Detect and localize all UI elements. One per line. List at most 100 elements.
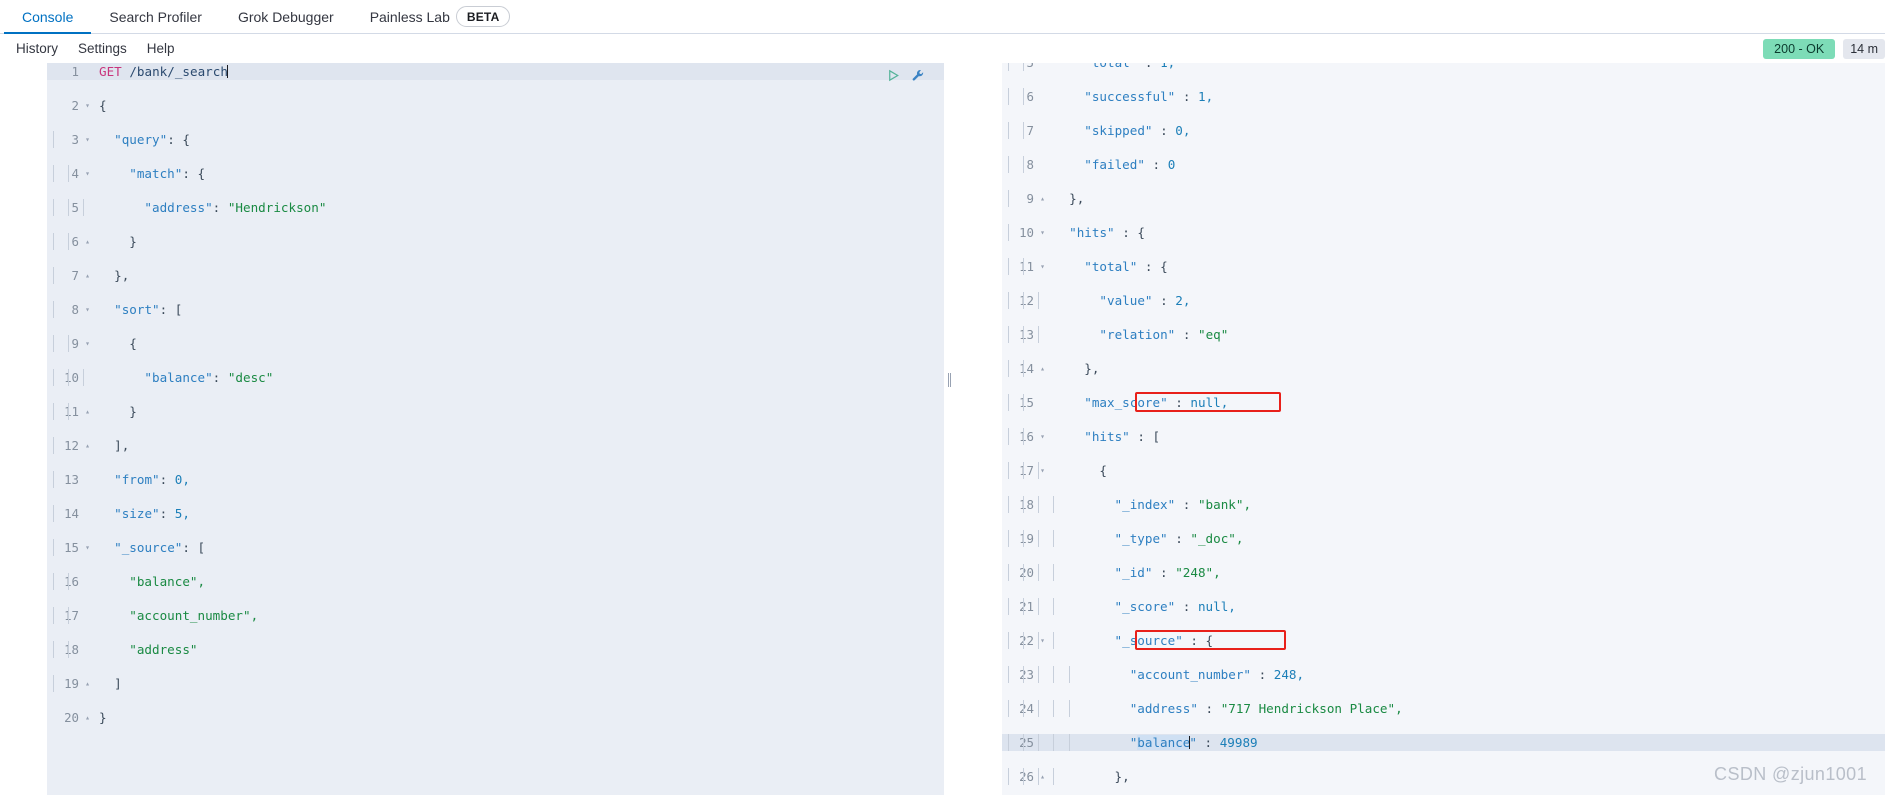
code-line[interactable]: 20 "_id" : "248", — [1002, 564, 1885, 581]
code-line[interactable]: 9 ▴}, — [1002, 190, 1885, 207]
code-line[interactable]: 16 "balance", — [47, 573, 944, 590]
fold-open-icon[interactable]: ▾ — [83, 97, 92, 114]
code-line[interactable]: 8 "failed" : 0 — [1002, 156, 1885, 173]
fold-close-icon[interactable]: ▴ — [1038, 190, 1047, 207]
indent-guide — [1068, 666, 1070, 683]
menu-item-help[interactable]: Help — [137, 41, 185, 56]
code-token: : — [1167, 395, 1191, 410]
fold-open-icon[interactable]: ▾ — [1038, 258, 1047, 275]
code-line[interactable]: 6 ▴} — [47, 233, 944, 250]
code-line[interactable]: 19 ▴] — [47, 675, 944, 692]
code-line[interactable]: 5 "total" : 1, — [1002, 63, 1885, 71]
indent-guide — [1068, 734, 1070, 751]
code-line[interactable]: 15 ▾ "_source": [ — [47, 539, 944, 556]
code-line[interactable]: 8 ▾ "sort": [ — [47, 301, 944, 318]
code-line[interactable]: 22 ▾ "_source" : { — [1002, 632, 1885, 649]
code-line[interactable]: 21 "_score" : null, — [1002, 598, 1885, 615]
code-line[interactable]: 13 "from": 0, — [47, 471, 944, 488]
request-editor-pane[interactable]: 1 GET /bank/_search 2 ▾{ 3 ▾ "query": { 4 ▾ "matc… — [0, 63, 944, 795]
tab-search-profiler[interactable]: Search Profiler — [91, 0, 220, 33]
fold-open-icon[interactable]: ▾ — [83, 335, 92, 352]
indent-guide — [1023, 768, 1025, 785]
response-code-area[interactable]: 5 "total" : 1, 6 "successful" : 1, 7 "skipped… — [1002, 63, 1885, 795]
fold-close-icon[interactable]: ▴ — [1038, 768, 1047, 785]
code-line[interactable]: 14 "size": 5, — [47, 505, 944, 522]
code-line[interactable]: 4 ▾ "match": { — [47, 165, 944, 182]
fold-close-icon[interactable]: ▴ — [83, 403, 92, 420]
indent-guide — [1008, 496, 1009, 513]
code-line[interactable]: 7 "skipped" : 0, — [1002, 122, 1885, 139]
play-icon[interactable] — [886, 68, 901, 83]
code-line[interactable]: 11 ▴} — [47, 403, 944, 420]
fold-open-icon[interactable]: ▾ — [1038, 428, 1047, 445]
code-line[interactable]: 9 ▾ { — [47, 335, 944, 352]
fold-open-icon[interactable]: ▾ — [1038, 224, 1047, 241]
code-line[interactable]: 17 ▾ { — [1002, 462, 1885, 479]
code-line[interactable]: 5 "address": "Hendrickson" — [47, 199, 944, 216]
request-gutter[interactable] — [0, 63, 47, 795]
tab-painless-lab[interactable]: Painless Lab BETA — [352, 0, 529, 33]
code-line[interactable]: 18 "_index" : "bank", — [1002, 496, 1885, 513]
code-text: "hits" : [ — [1084, 428, 1160, 445]
code-line[interactable]: 11 ▾ "total" : { — [1002, 258, 1885, 275]
fold-open-icon[interactable]: ▾ — [1038, 632, 1047, 649]
code-line[interactable]: 6 "successful" : 1, — [1002, 88, 1885, 105]
code-line[interactable]: 20 ▴} — [47, 709, 944, 726]
code-line[interactable]: 2 ▾ { — [47, 97, 944, 114]
fold-close-icon[interactable]: ▴ — [83, 675, 92, 692]
code-line[interactable]: 3 ▾ "query": { — [47, 131, 944, 148]
tab-console[interactable]: Console — [4, 0, 92, 34]
response-gutter[interactable] — [955, 63, 1002, 795]
code-line[interactable]: 24 "address" : "717 Hendrickson Place", — [1002, 700, 1885, 717]
code-line[interactable]: 15 "max_score" : null, — [1002, 394, 1885, 411]
code-line[interactable]: 17 "account_number", — [47, 607, 944, 624]
fold-close-icon[interactable]: ▴ — [83, 267, 92, 284]
pane-splitter[interactable] — [944, 63, 955, 795]
code-line[interactable]: 7 ▴}, — [47, 267, 944, 284]
code-line[interactable]: 10 ▾ "hits" : { — [1002, 224, 1885, 241]
request-code-area[interactable]: 1 GET /bank/_search 2 ▾{ 3 ▾ "query": { 4 ▾ "matc… — [47, 63, 944, 795]
indent-guide — [1038, 462, 1040, 479]
menu-item-settings[interactable]: Settings — [68, 41, 137, 56]
editor-action-icons — [886, 68, 926, 83]
indent-guide — [1053, 768, 1055, 785]
code-line[interactable]: 13 "relation" : "eq" — [1002, 326, 1885, 343]
code-token: 5, — [174, 506, 190, 521]
fold-open-icon[interactable]: ▾ — [83, 301, 92, 318]
code-line[interactable]: 16 ▾ "hits" : [ — [1002, 428, 1885, 445]
code-line[interactable]: 12 "value" : 2, — [1002, 292, 1885, 309]
code-line[interactable]: 12 ▴], — [47, 437, 944, 454]
line-number: 22 — [1019, 633, 1034, 648]
line-number: 25 — [1019, 735, 1034, 750]
fold-close-icon[interactable]: ▴ — [83, 709, 92, 726]
indent-guide — [1023, 428, 1025, 445]
fold-close-icon[interactable]: ▴ — [83, 437, 92, 454]
code-token: 0, — [1175, 123, 1191, 138]
code-line[interactable]: 1 GET /bank/_search — [47, 63, 944, 80]
code-line[interactable]: 25 "balance" : 49989 — [1002, 734, 1885, 751]
fold-open-icon[interactable]: ▾ — [1038, 462, 1047, 479]
code-line[interactable]: 19 "_type" : "_doc", — [1002, 530, 1885, 547]
code-token: "relation" — [1099, 327, 1176, 342]
tab-grok-debugger[interactable]: Grok Debugger — [220, 0, 352, 33]
response-viewer-pane[interactable]: 5 "total" : 1, 6 "successful" : 1, 7 "skipped… — [955, 63, 1885, 795]
code-line[interactable]: 18 "address" — [47, 641, 944, 658]
fold-open-icon[interactable]: ▾ — [83, 131, 92, 148]
line-number: 11 — [64, 404, 79, 419]
fold-open-icon[interactable]: ▾ — [83, 165, 92, 182]
code-line[interactable]: 10 "balance": "desc" — [47, 369, 944, 386]
response-status-area: 200 - OK 14 m — [1763, 39, 1885, 59]
fold-close-icon[interactable]: ▴ — [1038, 360, 1047, 377]
indent-guide — [1038, 632, 1040, 649]
code-text: }, — [1115, 768, 1130, 785]
code-line[interactable]: 14 ▴}, — [1002, 360, 1885, 377]
indent-guide — [53, 641, 54, 658]
fold-open-icon[interactable]: ▾ — [83, 539, 92, 556]
menu-item-history[interactable]: History — [6, 41, 68, 56]
code-token: : { — [1137, 259, 1168, 274]
line-number: 17 — [64, 608, 79, 623]
wrench-icon[interactable] — [911, 68, 926, 83]
code-line[interactable]: 23 "account_number" : 248, — [1002, 666, 1885, 683]
fold-close-icon[interactable]: ▴ — [83, 233, 92, 250]
indent-guide — [1053, 598, 1055, 615]
